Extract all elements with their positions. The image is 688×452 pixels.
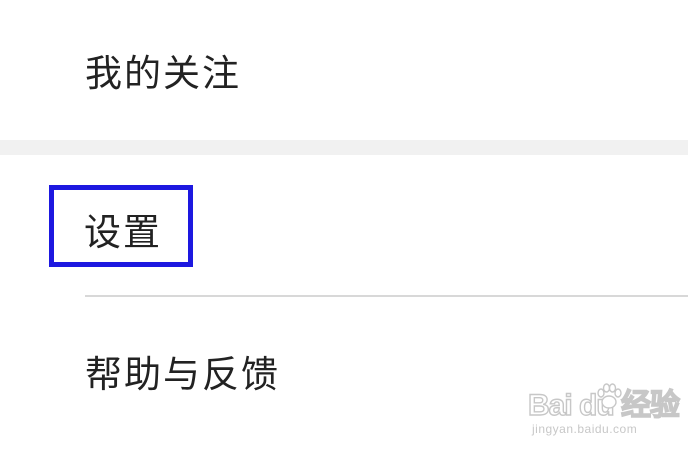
menu-item-label: 帮助与反馈: [85, 353, 280, 396]
menu-item-label: 我的关注: [85, 52, 241, 95]
settings-menu-screen: 我的关注 设置 帮助与反馈 Bai du 经验 jingyan.baidu.co…: [0, 0, 688, 452]
menu-item-settings[interactable]: 设置: [0, 155, 688, 295]
menu-item-help-feedback[interactable]: 帮助与反馈: [0, 297, 688, 452]
menu-item-label: 设置: [84, 211, 162, 254]
section-divider: [0, 140, 688, 155]
menu-item-my-following[interactable]: 我的关注: [0, 0, 688, 140]
